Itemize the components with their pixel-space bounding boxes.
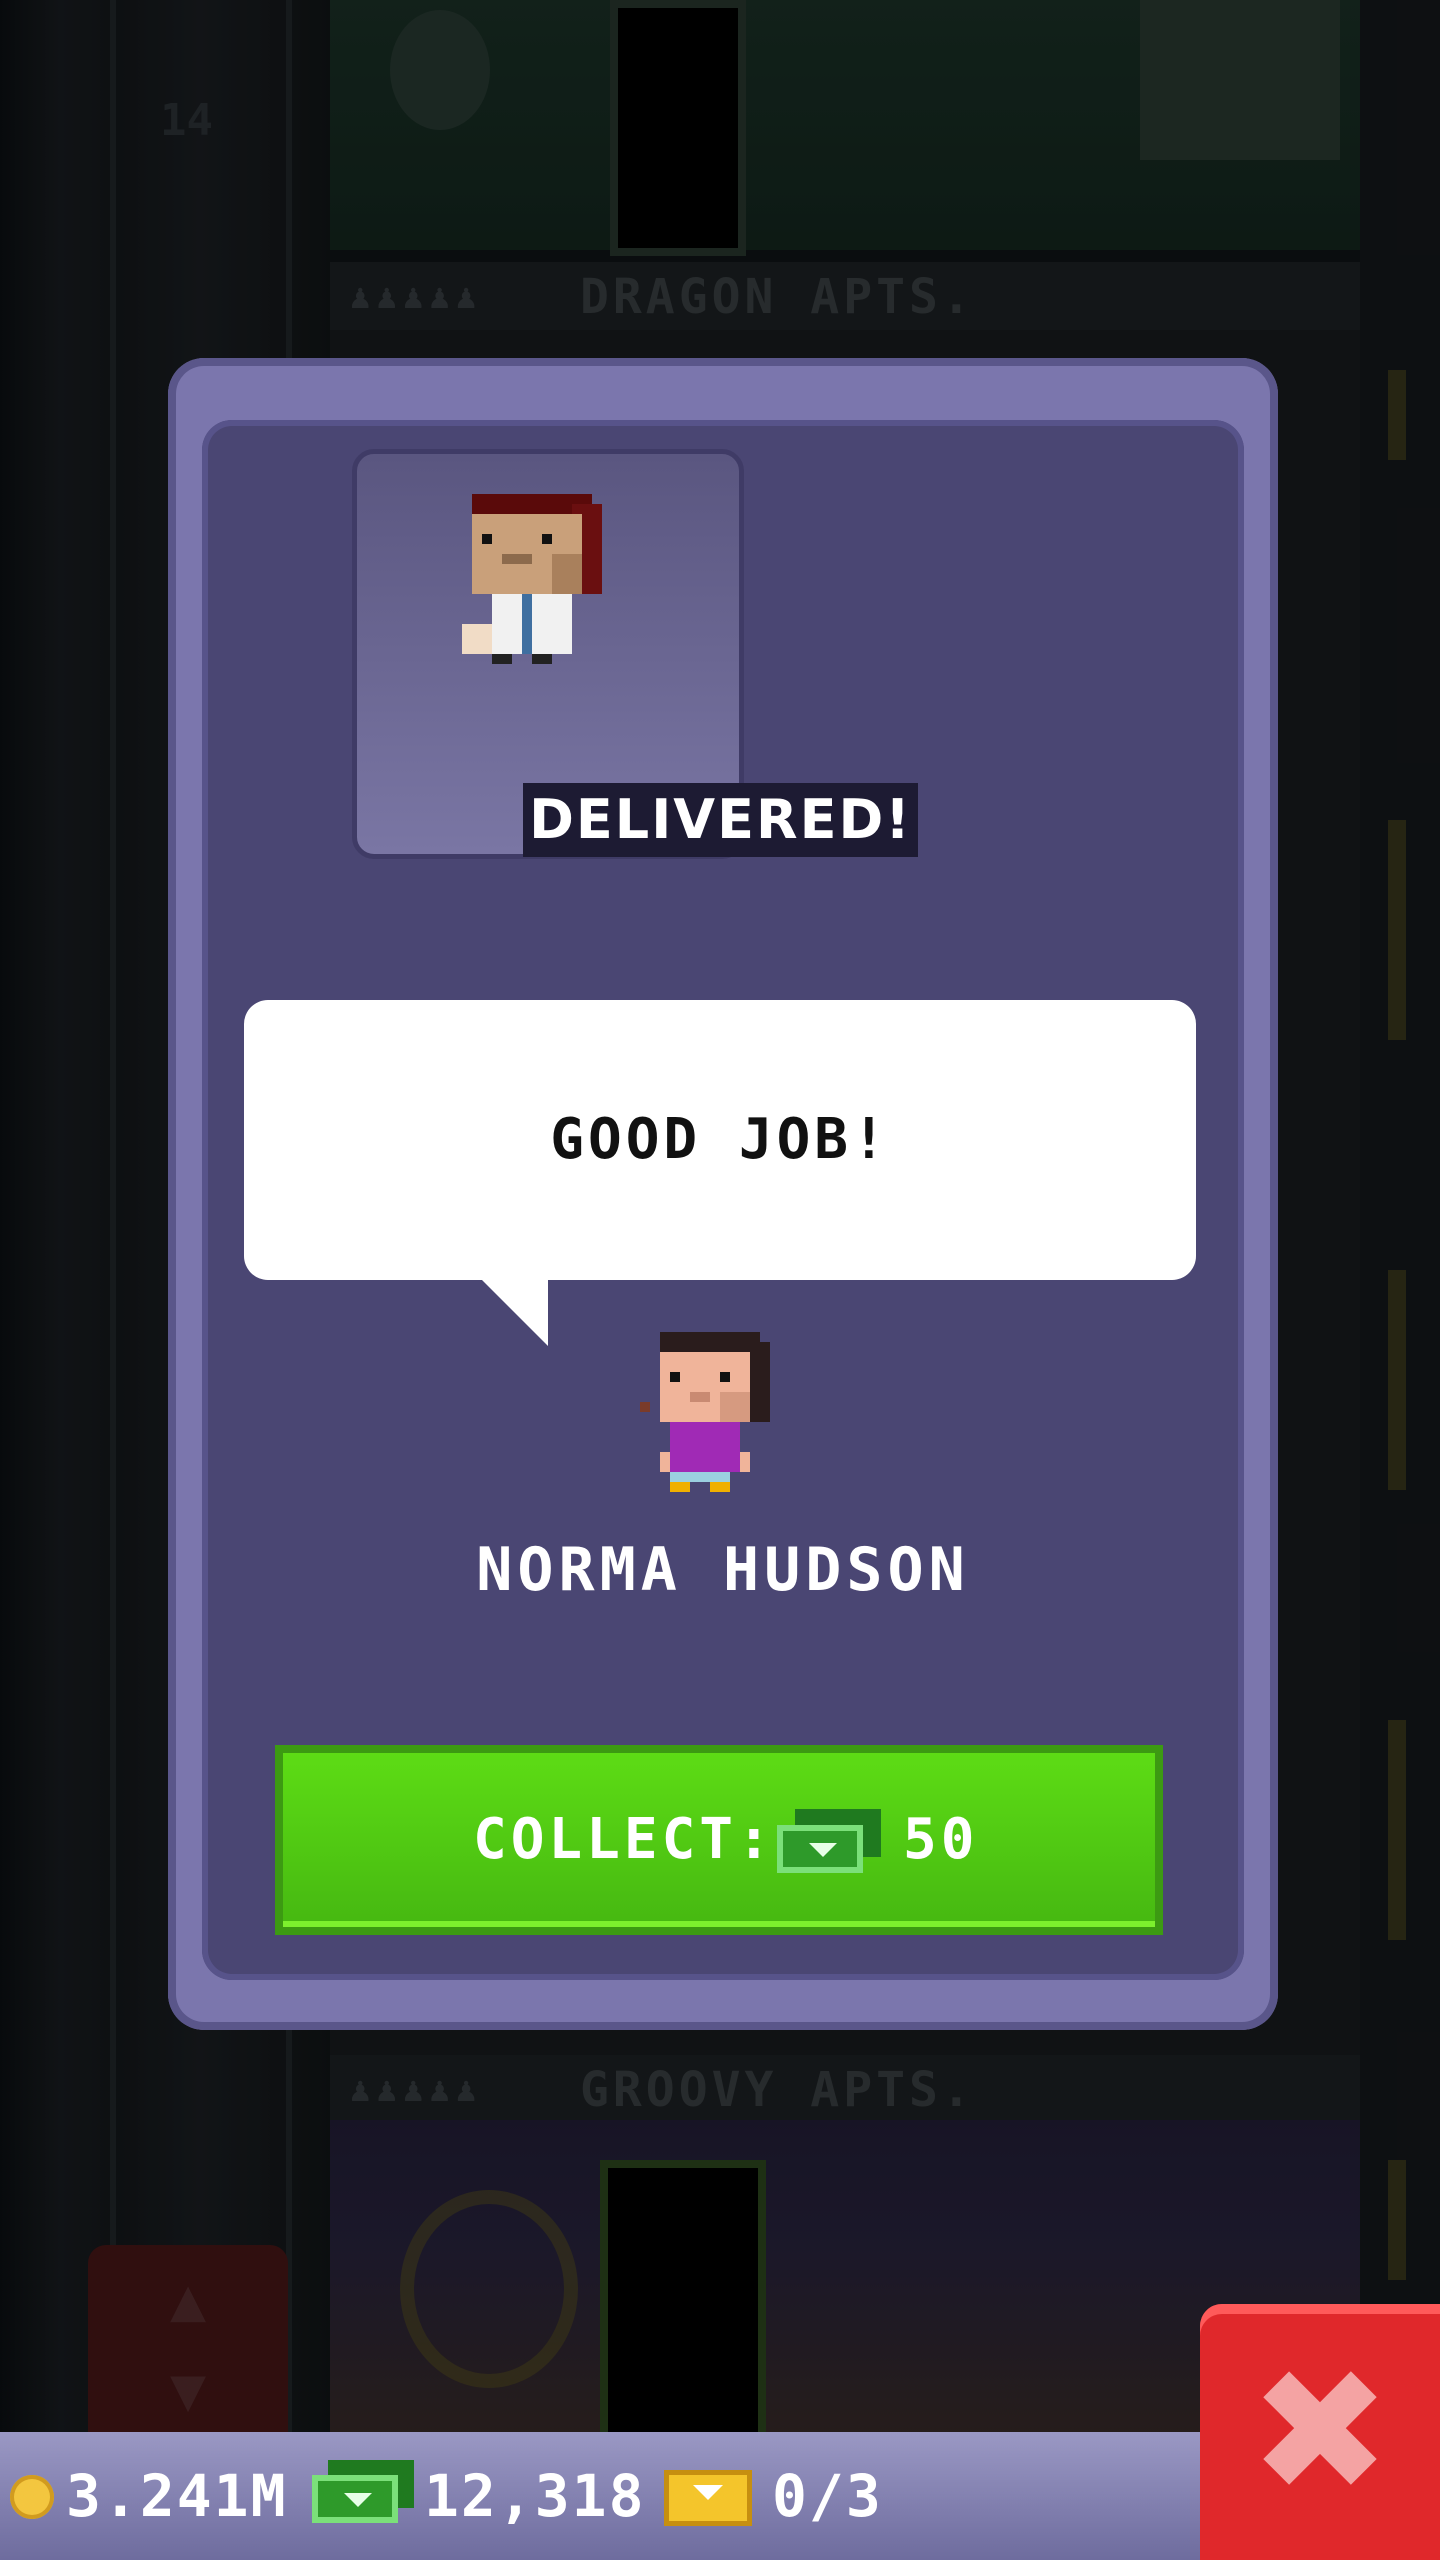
coin-count: 3.241M: [66, 2462, 288, 2530]
collect-value: 50: [903, 1807, 979, 1872]
bux-icon: [777, 1825, 863, 1873]
close-icon: ✖: [1248, 2333, 1392, 2531]
speech-text: GOOD JOB!: [550, 1107, 890, 1172]
resident-name: NORMA HUDSON: [476, 1535, 970, 1605]
collect-button[interactable]: COLLECT: 50: [275, 1745, 1163, 1935]
doctor-avatar-icon: [462, 494, 602, 664]
collect-label: COLLECT:: [473, 1807, 775, 1872]
delivered-banner: DELIVERED!: [523, 783, 918, 857]
golden-ticket-icon: [664, 2470, 752, 2526]
close-button[interactable]: ✖: [1200, 2304, 1440, 2560]
bux-icon: [312, 2475, 398, 2523]
coin-icon: [10, 2475, 54, 2519]
bux-count: 12,318: [424, 2462, 646, 2530]
speech-bubble-tail: [480, 1278, 548, 1346]
ticket-count: 0/3: [772, 2462, 883, 2530]
resident-avatar-icon: [640, 1332, 770, 1492]
